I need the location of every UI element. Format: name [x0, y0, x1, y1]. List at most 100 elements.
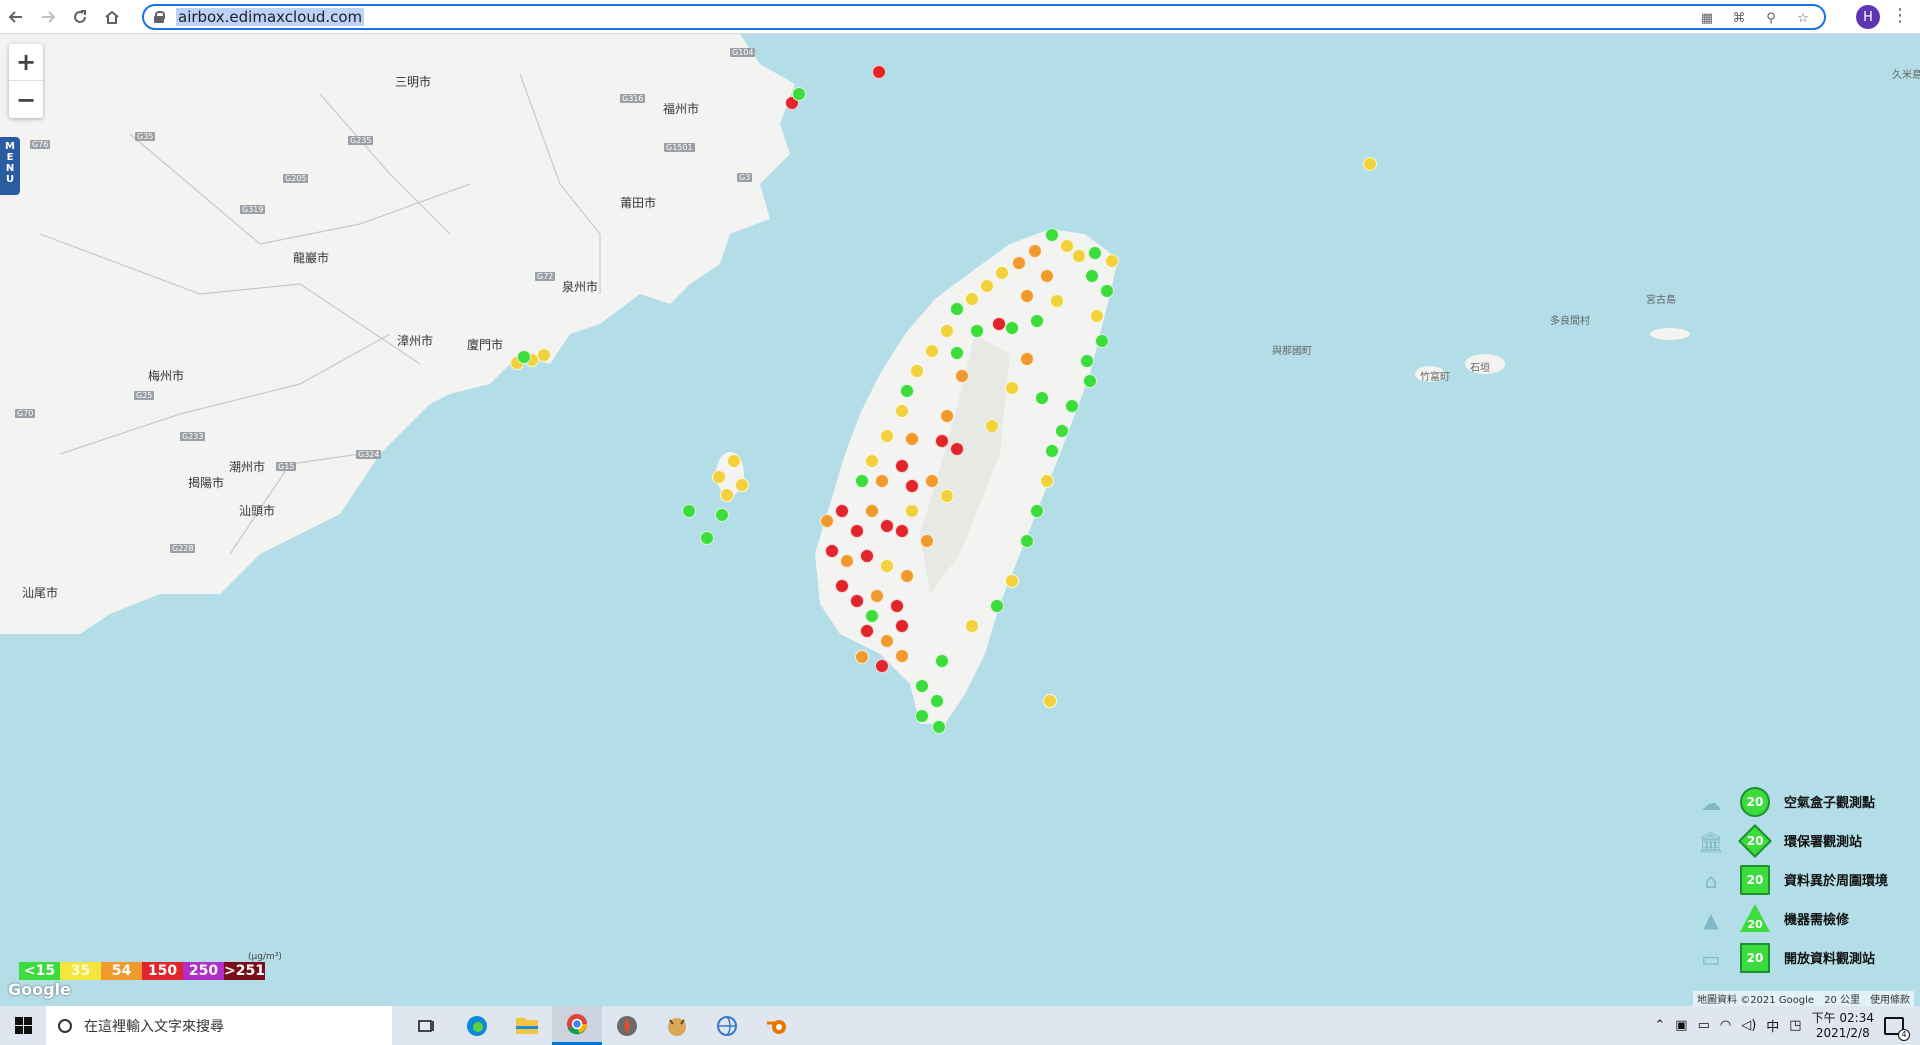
sensor-marker[interactable] — [1005, 321, 1019, 335]
sensor-marker[interactable] — [1055, 424, 1069, 438]
sensor-marker[interactable] — [825, 544, 839, 558]
sensor-marker[interactable] — [900, 384, 914, 398]
blender-icon[interactable] — [752, 1006, 802, 1045]
menu-kebab-icon[interactable]: ⋮ — [1890, 5, 1910, 29]
app-globe-icon[interactable] — [702, 1006, 752, 1045]
sensor-marker[interactable] — [1040, 474, 1054, 488]
sensor-marker[interactable] — [835, 504, 849, 518]
start-button[interactable] — [0, 1006, 46, 1045]
sensor-marker[interactable] — [940, 409, 954, 423]
sensor-marker[interactable] — [1040, 269, 1054, 283]
scale-label[interactable]: 20 公里 — [1824, 991, 1860, 1006]
sensor-marker[interactable] — [1088, 246, 1102, 260]
sensor-marker[interactable] — [860, 549, 874, 563]
sensor-marker[interactable] — [895, 619, 909, 633]
sensor-marker[interactable] — [1030, 314, 1044, 328]
clock[interactable]: 下午 02:34 2021/2/8 — [1812, 1011, 1874, 1041]
sensor-marker[interactable] — [1043, 694, 1057, 708]
sensor-marker[interactable] — [1090, 309, 1104, 323]
sensor-marker[interactable] — [875, 659, 889, 673]
forward-arrow-icon[interactable] — [32, 1, 64, 33]
profile-avatar[interactable]: H — [1856, 5, 1880, 29]
sensor-marker[interactable] — [1095, 334, 1109, 348]
sensor-marker[interactable] — [980, 279, 994, 293]
sensor-marker[interactable] — [875, 474, 889, 488]
battery-icon[interactable]: ▭ — [1698, 1018, 1710, 1033]
sensor-marker[interactable] — [1005, 574, 1019, 588]
sensor-marker[interactable] — [905, 504, 919, 518]
sensor-marker[interactable] — [935, 434, 949, 448]
sensor-marker[interactable] — [900, 569, 914, 583]
sensor-marker[interactable] — [990, 599, 1004, 613]
sensor-marker[interactable] — [935, 654, 949, 668]
zoom-out-button[interactable]: − — [9, 81, 43, 118]
sensor-marker[interactable] — [950, 346, 964, 360]
taskbar-search[interactable]: 在這裡輸入文字來搜尋 — [46, 1006, 392, 1045]
sensor-marker[interactable] — [1045, 444, 1059, 458]
sensor-marker[interactable] — [1060, 239, 1074, 253]
chrome-icon[interactable] — [552, 1006, 602, 1045]
sensor-marker[interactable] — [865, 609, 879, 623]
sensor-marker[interactable] — [682, 504, 696, 518]
star-icon[interactable]: ☆ — [1792, 8, 1814, 28]
app-compass-icon[interactable] — [602, 1006, 652, 1045]
lock-icon[interactable] — [154, 11, 165, 23]
sensor-marker[interactable] — [930, 694, 944, 708]
url-text[interactable]: airbox.edimaxcloud.com — [176, 8, 365, 26]
sensor-marker[interactable] — [712, 470, 726, 484]
task-view-icon[interactable] — [402, 1006, 452, 1045]
sensor-marker[interactable] — [965, 292, 979, 306]
sensor-marker[interactable] — [910, 364, 924, 378]
sensor-marker[interactable] — [1065, 399, 1079, 413]
reload-icon[interactable] — [64, 1, 96, 33]
sensor-marker[interactable] — [955, 369, 969, 383]
sensor-marker[interactable] — [855, 474, 869, 488]
app-cat-icon[interactable] — [652, 1006, 702, 1045]
sensor-marker[interactable] — [700, 531, 714, 545]
ime-indicator[interactable]: 中 — [1766, 1016, 1779, 1035]
sensor-marker[interactable] — [865, 504, 879, 518]
home-icon[interactable] — [96, 1, 128, 33]
keyboard-mode-icon[interactable]: ◳ — [1789, 1018, 1801, 1033]
edge-icon[interactable] — [452, 1006, 502, 1045]
sensor-marker[interactable] — [537, 348, 551, 362]
terms-link[interactable]: 使用條款 — [1870, 991, 1910, 1006]
sensor-marker[interactable] — [850, 524, 864, 538]
back-arrow-icon[interactable] — [0, 1, 32, 33]
qr-code-icon[interactable]: ▦ — [1696, 8, 1718, 28]
sensor-marker[interactable] — [1005, 381, 1019, 395]
sensor-marker[interactable] — [915, 709, 929, 723]
map-canvas[interactable]: 三明市 福州市 莆田市 龍巖市 泉州市 漳州市 廈門市 梅州市 潮州市 揭陽市 … — [0, 34, 1920, 1006]
sensor-marker[interactable] — [855, 650, 869, 664]
sensor-marker[interactable] — [940, 324, 954, 338]
sensor-marker[interactable] — [1100, 284, 1114, 298]
sensor-marker[interactable] — [850, 594, 864, 608]
sensor-marker[interactable] — [1072, 249, 1086, 263]
sensor-marker[interactable] — [1363, 157, 1377, 171]
sensor-marker[interactable] — [872, 65, 886, 79]
sensor-marker[interactable] — [1028, 244, 1042, 258]
sensor-marker[interactable] — [965, 619, 979, 633]
sensor-marker[interactable] — [735, 478, 749, 492]
sensor-marker[interactable] — [865, 454, 879, 468]
sensor-marker[interactable] — [1030, 504, 1044, 518]
sensor-marker[interactable] — [870, 589, 884, 603]
sensor-marker[interactable] — [995, 266, 1009, 280]
sensor-marker[interactable] — [992, 317, 1006, 331]
sensor-marker[interactable] — [920, 534, 934, 548]
speaker-icon[interactable]: ◁) — [1741, 1018, 1756, 1033]
sensor-marker[interactable] — [895, 649, 909, 663]
sensor-marker[interactable] — [1080, 354, 1094, 368]
zoom-icon[interactable]: ⚲ — [1760, 8, 1782, 28]
sensor-marker[interactable] — [950, 302, 964, 316]
sensor-marker[interactable] — [1020, 352, 1034, 366]
sensor-marker[interactable] — [517, 350, 531, 364]
sensor-marker[interactable] — [895, 459, 909, 473]
menu-tab[interactable]: MENU — [0, 137, 20, 195]
sensor-marker[interactable] — [860, 624, 874, 638]
sensor-marker[interactable] — [1105, 254, 1119, 268]
sensor-marker[interactable] — [1083, 374, 1097, 388]
sensor-marker[interactable] — [932, 720, 946, 734]
sensor-marker[interactable] — [895, 404, 909, 418]
sensor-marker[interactable] — [880, 519, 894, 533]
